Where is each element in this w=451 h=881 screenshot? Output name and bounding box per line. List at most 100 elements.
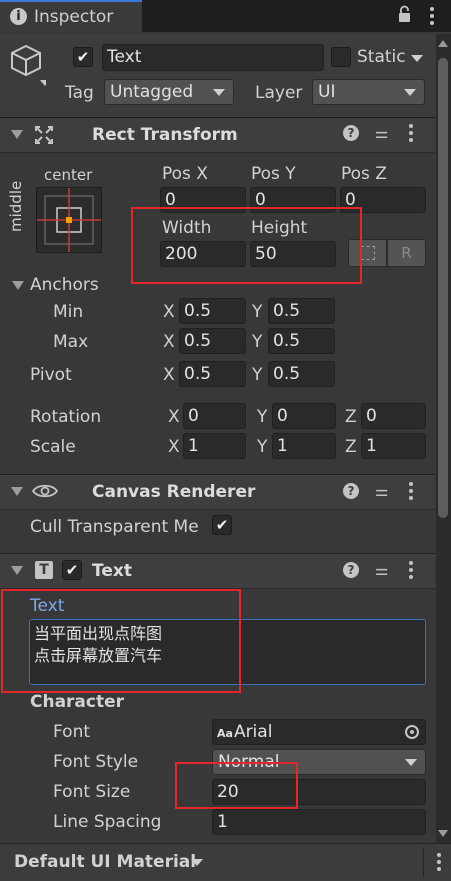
min-x-field[interactable]: 0.5 <box>179 298 246 324</box>
rotation-x-field[interactable]: 0 <box>183 403 246 429</box>
scroll-down-icon[interactable] <box>438 830 448 837</box>
component-menu-icon[interactable] <box>409 124 413 145</box>
static-label[interactable]: Static <box>357 47 406 67</box>
min-label: Min <box>53 302 84 322</box>
pivot-y-letter: Y <box>252 365 263 385</box>
scale-x-field[interactable]: 1 <box>183 433 246 459</box>
max-y-letter: Y <box>252 332 263 352</box>
rot-z-letter: Z <box>345 407 357 427</box>
height-field[interactable]: 50 <box>250 241 336 267</box>
material-dropdown-icon[interactable] <box>191 859 203 866</box>
scale-z-letter: Z <box>345 437 357 457</box>
font-size-field[interactable]: 20 <box>212 779 426 805</box>
lock-icon[interactable] <box>398 5 411 23</box>
raw-edit-button[interactable]: R <box>387 239 426 267</box>
static-toggle[interactable] <box>331 47 351 67</box>
presets-icon[interactable]: ⚌ <box>375 124 388 142</box>
character-label: Character <box>30 692 125 712</box>
text-area[interactable]: 当平面出现点阵图 点击屏幕放置汽车 <box>29 619 426 685</box>
max-x-letter: X <box>163 332 175 352</box>
text-component-icon: T <box>35 561 53 579</box>
pos-z-field[interactable]: 0 <box>340 187 426 213</box>
rotation-y-field[interactable]: 0 <box>272 403 336 429</box>
help-icon[interactable]: ? <box>343 125 359 141</box>
help-icon[interactable]: ? <box>343 483 359 499</box>
font-field[interactable]: AaArial <box>212 719 426 745</box>
material-menu-icon[interactable] <box>437 853 441 874</box>
pivot-x-field[interactable]: 0.5 <box>179 361 246 387</box>
rot-y-letter: Y <box>257 407 268 427</box>
max-x-field[interactable]: 0.5 <box>179 328 246 354</box>
font-style-label: Font Style <box>53 752 139 772</box>
object-picker-icon[interactable] <box>405 725 419 739</box>
max-label: Max <box>53 332 89 352</box>
anchor-presets-button[interactable] <box>36 187 102 253</box>
scale-y-field[interactable]: 1 <box>272 433 336 459</box>
line-spacing-label: Line Spacing <box>53 812 162 832</box>
presets-icon[interactable]: ⚌ <box>375 482 388 500</box>
footer-divider <box>423 847 424 877</box>
scale-z-field[interactable]: 1 <box>361 433 426 459</box>
font-label: Font <box>53 722 91 742</box>
font-size-label: Font Size <box>53 782 131 802</box>
cull-transparent-label: Cull Transparent Me <box>30 517 199 537</box>
presets-icon[interactable]: ⚌ <box>375 561 388 579</box>
layer-label: Layer <box>255 83 303 103</box>
rot-x-letter: X <box>168 407 180 427</box>
tag-dropdown[interactable]: Untagged <box>104 79 234 105</box>
gameobject-cube-icon[interactable] <box>10 44 50 88</box>
eye-icon <box>31 483 59 499</box>
rect-transform-title: Rect Transform <box>92 125 238 145</box>
scrollbar[interactable] <box>436 34 451 844</box>
pos-y-field[interactable]: 0 <box>250 187 336 213</box>
canvas-renderer-collapse-icon[interactable] <box>11 487 23 496</box>
cull-transparent-checkbox[interactable]: ✔ <box>212 515 232 535</box>
width-label: Width <box>162 218 212 238</box>
pivot-y-field[interactable]: 0.5 <box>268 361 335 387</box>
scrollbar-thumb[interactable] <box>438 58 448 518</box>
font-style-dropdown[interactable]: Normal <box>212 749 426 775</box>
tab-menu-icon[interactable] <box>430 7 434 28</box>
component-menu-icon[interactable] <box>409 482 413 503</box>
line-spacing-field[interactable]: 1 <box>212 809 426 835</box>
text-enabled-checkbox[interactable]: ✔ <box>62 560 82 580</box>
scroll-up-icon[interactable] <box>438 40 448 47</box>
pivot-label: Pivot <box>30 365 72 385</box>
inspector-tab[interactable]: i Inspector <box>0 0 142 32</box>
text-field-label: Text <box>30 596 65 616</box>
info-icon: i <box>10 8 27 25</box>
pos-x-field[interactable]: 0 <box>160 187 246 213</box>
material-title[interactable]: Default UI Material <box>14 852 196 872</box>
blueprint-mode-button[interactable] <box>348 239 387 267</box>
min-x-letter: X <box>163 302 175 322</box>
width-field[interactable]: 200 <box>160 241 246 267</box>
anchor-preset-v-label: middle <box>7 180 25 232</box>
anchors-collapse-icon[interactable] <box>12 281 24 290</box>
active-toggle[interactable]: ✔ <box>73 47 93 67</box>
height-label: Height <box>251 218 308 238</box>
pos-x-label: Pos X <box>162 164 208 184</box>
tag-label: Tag <box>65 83 94 103</box>
tab-title: Inspector <box>34 7 114 27</box>
rect-transform-icon <box>34 125 54 145</box>
pos-y-label: Pos Y <box>251 164 296 184</box>
text-line-1: 当平面出现点阵图 <box>34 624 163 643</box>
rotation-z-field[interactable]: 0 <box>361 403 426 429</box>
min-y-letter: Y <box>252 302 263 322</box>
object-name-field[interactable]: Text <box>102 44 324 71</box>
scale-x-letter: X <box>168 437 180 457</box>
pivot-x-letter: X <box>163 365 175 385</box>
canvas-renderer-title: Canvas Renderer <box>92 482 256 502</box>
scale-label: Scale <box>30 437 76 457</box>
help-icon[interactable]: ? <box>343 562 359 578</box>
text-component-title: Text <box>92 561 132 581</box>
text-collapse-icon[interactable] <box>11 566 23 575</box>
component-menu-icon[interactable] <box>409 561 413 582</box>
max-y-field[interactable]: 0.5 <box>268 328 335 354</box>
static-dropdown-icon[interactable] <box>411 55 423 62</box>
min-y-field[interactable]: 0.5 <box>268 298 335 324</box>
anchors-label[interactable]: Anchors <box>30 275 99 295</box>
rect-transform-collapse-icon[interactable] <box>11 130 23 139</box>
layer-dropdown[interactable]: UI <box>312 79 425 105</box>
text-line-2: 点击屏幕放置汽车 <box>34 646 163 665</box>
